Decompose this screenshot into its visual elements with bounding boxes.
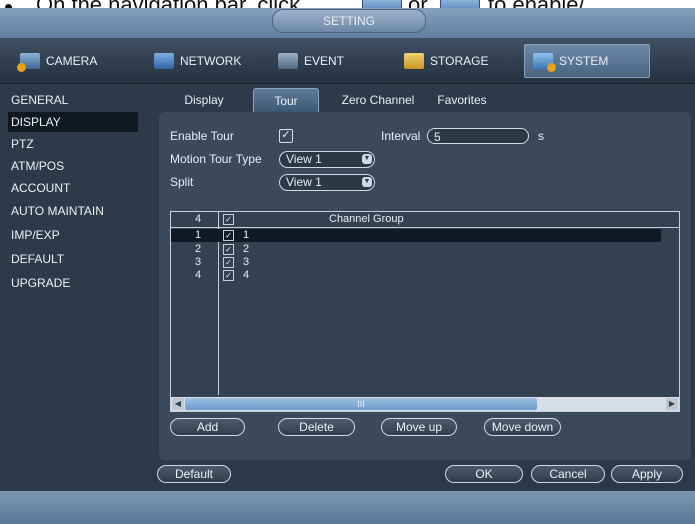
row-checkbox[interactable]: ✓: [223, 230, 234, 241]
default-button[interactable]: Default: [157, 465, 231, 483]
ok-button[interactable]: OK: [445, 465, 523, 483]
row-checkbox[interactable]: ✓: [223, 244, 234, 255]
header-channel-group: Channel Group: [329, 213, 404, 225]
add-button[interactable]: Add: [170, 418, 245, 436]
apply-button[interactable]: Apply: [611, 465, 683, 483]
table-row[interactable]: 2 ✓ 2: [171, 243, 661, 256]
row-checkbox[interactable]: ✓: [223, 270, 234, 281]
main-tab-bar: CAMERA NETWORK EVENT STORAGE SYSTEM: [0, 38, 695, 84]
system-icon: [533, 53, 556, 72]
display-panel: Display Tour Zero Channel Favorites Enab…: [147, 84, 695, 483]
delete-button[interactable]: Delete: [278, 418, 355, 436]
sidebar-item-upgrade[interactable]: UPGRADE: [8, 273, 138, 293]
sidebar-item-imp-exp[interactable]: IMP/EXP: [8, 225, 138, 245]
sidebar-item-account[interactable]: ACCOUNT: [8, 178, 138, 198]
row-channel: 1: [243, 229, 250, 241]
move-up-button[interactable]: Move up: [381, 418, 457, 436]
chevron-down-icon: ▼: [362, 154, 372, 164]
split-select[interactable]: View 1 ▼: [279, 174, 375, 191]
select-all-checkbox[interactable]: ✓: [223, 214, 234, 225]
camera-icon: [17, 53, 40, 72]
row-channel: 4: [243, 269, 250, 281]
motion-tour-type-label: Motion Tour Type: [170, 152, 262, 166]
interval-input[interactable]: 5: [427, 128, 529, 144]
interval-unit: s: [538, 129, 544, 143]
table-row[interactable]: 1 ✓ 1: [171, 229, 661, 242]
sidebar-item-general[interactable]: GENERAL: [8, 90, 138, 110]
table-row[interactable]: 4 ✓ 4: [171, 269, 661, 282]
tab-event-label: EVENT: [304, 54, 345, 68]
network-icon: [154, 53, 174, 69]
split-label: Split: [170, 175, 194, 189]
motion-tour-type-value: View 1: [286, 152, 322, 166]
row-number: 4: [195, 269, 202, 281]
subtab-zero-channel[interactable]: Zero Channel: [333, 88, 423, 112]
tour-settings-area: Enable Tour ✓ Interval 5 s Motion Tour T…: [157, 112, 691, 483]
interval-label: Interval: [381, 129, 421, 143]
event-icon: [278, 53, 298, 69]
horizontal-scrollbar[interactable]: ◀ III ▶: [171, 397, 679, 411]
subtab-favorites[interactable]: Favorites: [427, 88, 497, 112]
row-number: 2: [195, 243, 202, 255]
dvr-setting-window: SETTING CAMERA NETWORK EVENT STORAGE SYS…: [0, 8, 695, 524]
enable-tour-label: Enable Tour: [170, 129, 234, 143]
tab-storage-label: STORAGE: [430, 54, 489, 68]
window-title: SETTING: [272, 9, 426, 33]
table-header: 4 ✓ Channel Group: [171, 212, 679, 228]
storage-icon: [404, 53, 424, 69]
sidebar-item-default[interactable]: DEFAULT: [8, 249, 138, 269]
row-number: 1: [195, 229, 202, 241]
tab-storage[interactable]: STORAGE: [396, 44, 516, 78]
motion-tour-type-select[interactable]: View 1 ▼: [279, 151, 375, 168]
subtab-tour[interactable]: Tour: [253, 88, 319, 113]
row-channel: 2: [243, 243, 250, 255]
channel-group-table: 4 ✓ Channel Group 1 ✓ 1 2 ✓ 2 3 ✓ 3 4 ✓ …: [170, 211, 680, 412]
checkmark-icon: ✓: [281, 129, 291, 141]
scroll-left-icon[interactable]: ◀: [172, 398, 184, 410]
tab-camera[interactable]: CAMERA: [12, 44, 132, 78]
scroll-thumb[interactable]: III: [185, 398, 537, 410]
sidebar-item-display[interactable]: DISPLAY: [8, 112, 138, 132]
tab-camera-label: CAMERA: [46, 54, 98, 68]
tab-network-label: NETWORK: [180, 54, 242, 68]
header-count: 4: [195, 213, 202, 225]
tab-system[interactable]: SYSTEM: [524, 44, 650, 78]
scroll-right-icon[interactable]: ▶: [666, 398, 678, 410]
row-channel: 3: [243, 256, 250, 268]
sidebar-item-atm-pos[interactable]: ATM/POS: [8, 156, 138, 176]
row-number: 3: [195, 256, 202, 268]
split-value: View 1: [286, 175, 322, 189]
tab-system-label: SYSTEM: [559, 54, 609, 68]
tab-network[interactable]: NETWORK: [146, 44, 266, 78]
tab-event[interactable]: EVENT: [270, 44, 390, 78]
sidebar-item-ptz[interactable]: PTZ: [8, 134, 138, 154]
title-bar: SETTING: [0, 8, 695, 38]
bottom-status-bar: [0, 491, 695, 524]
table-row[interactable]: 3 ✓ 3: [171, 256, 661, 269]
chevron-down-icon: ▼: [362, 177, 372, 187]
sidebar: GENERAL DISPLAY PTZ ATM/POS ACCOUNT AUTO…: [0, 84, 146, 462]
enable-tour-checkbox[interactable]: ✓: [279, 129, 293, 143]
sidebar-item-auto-maintain[interactable]: AUTO MAINTAIN: [8, 201, 138, 221]
cancel-button[interactable]: Cancel: [531, 465, 605, 483]
subtab-display[interactable]: Display: [169, 88, 239, 112]
row-checkbox[interactable]: ✓: [223, 257, 234, 268]
move-down-button[interactable]: Move down: [484, 418, 561, 436]
